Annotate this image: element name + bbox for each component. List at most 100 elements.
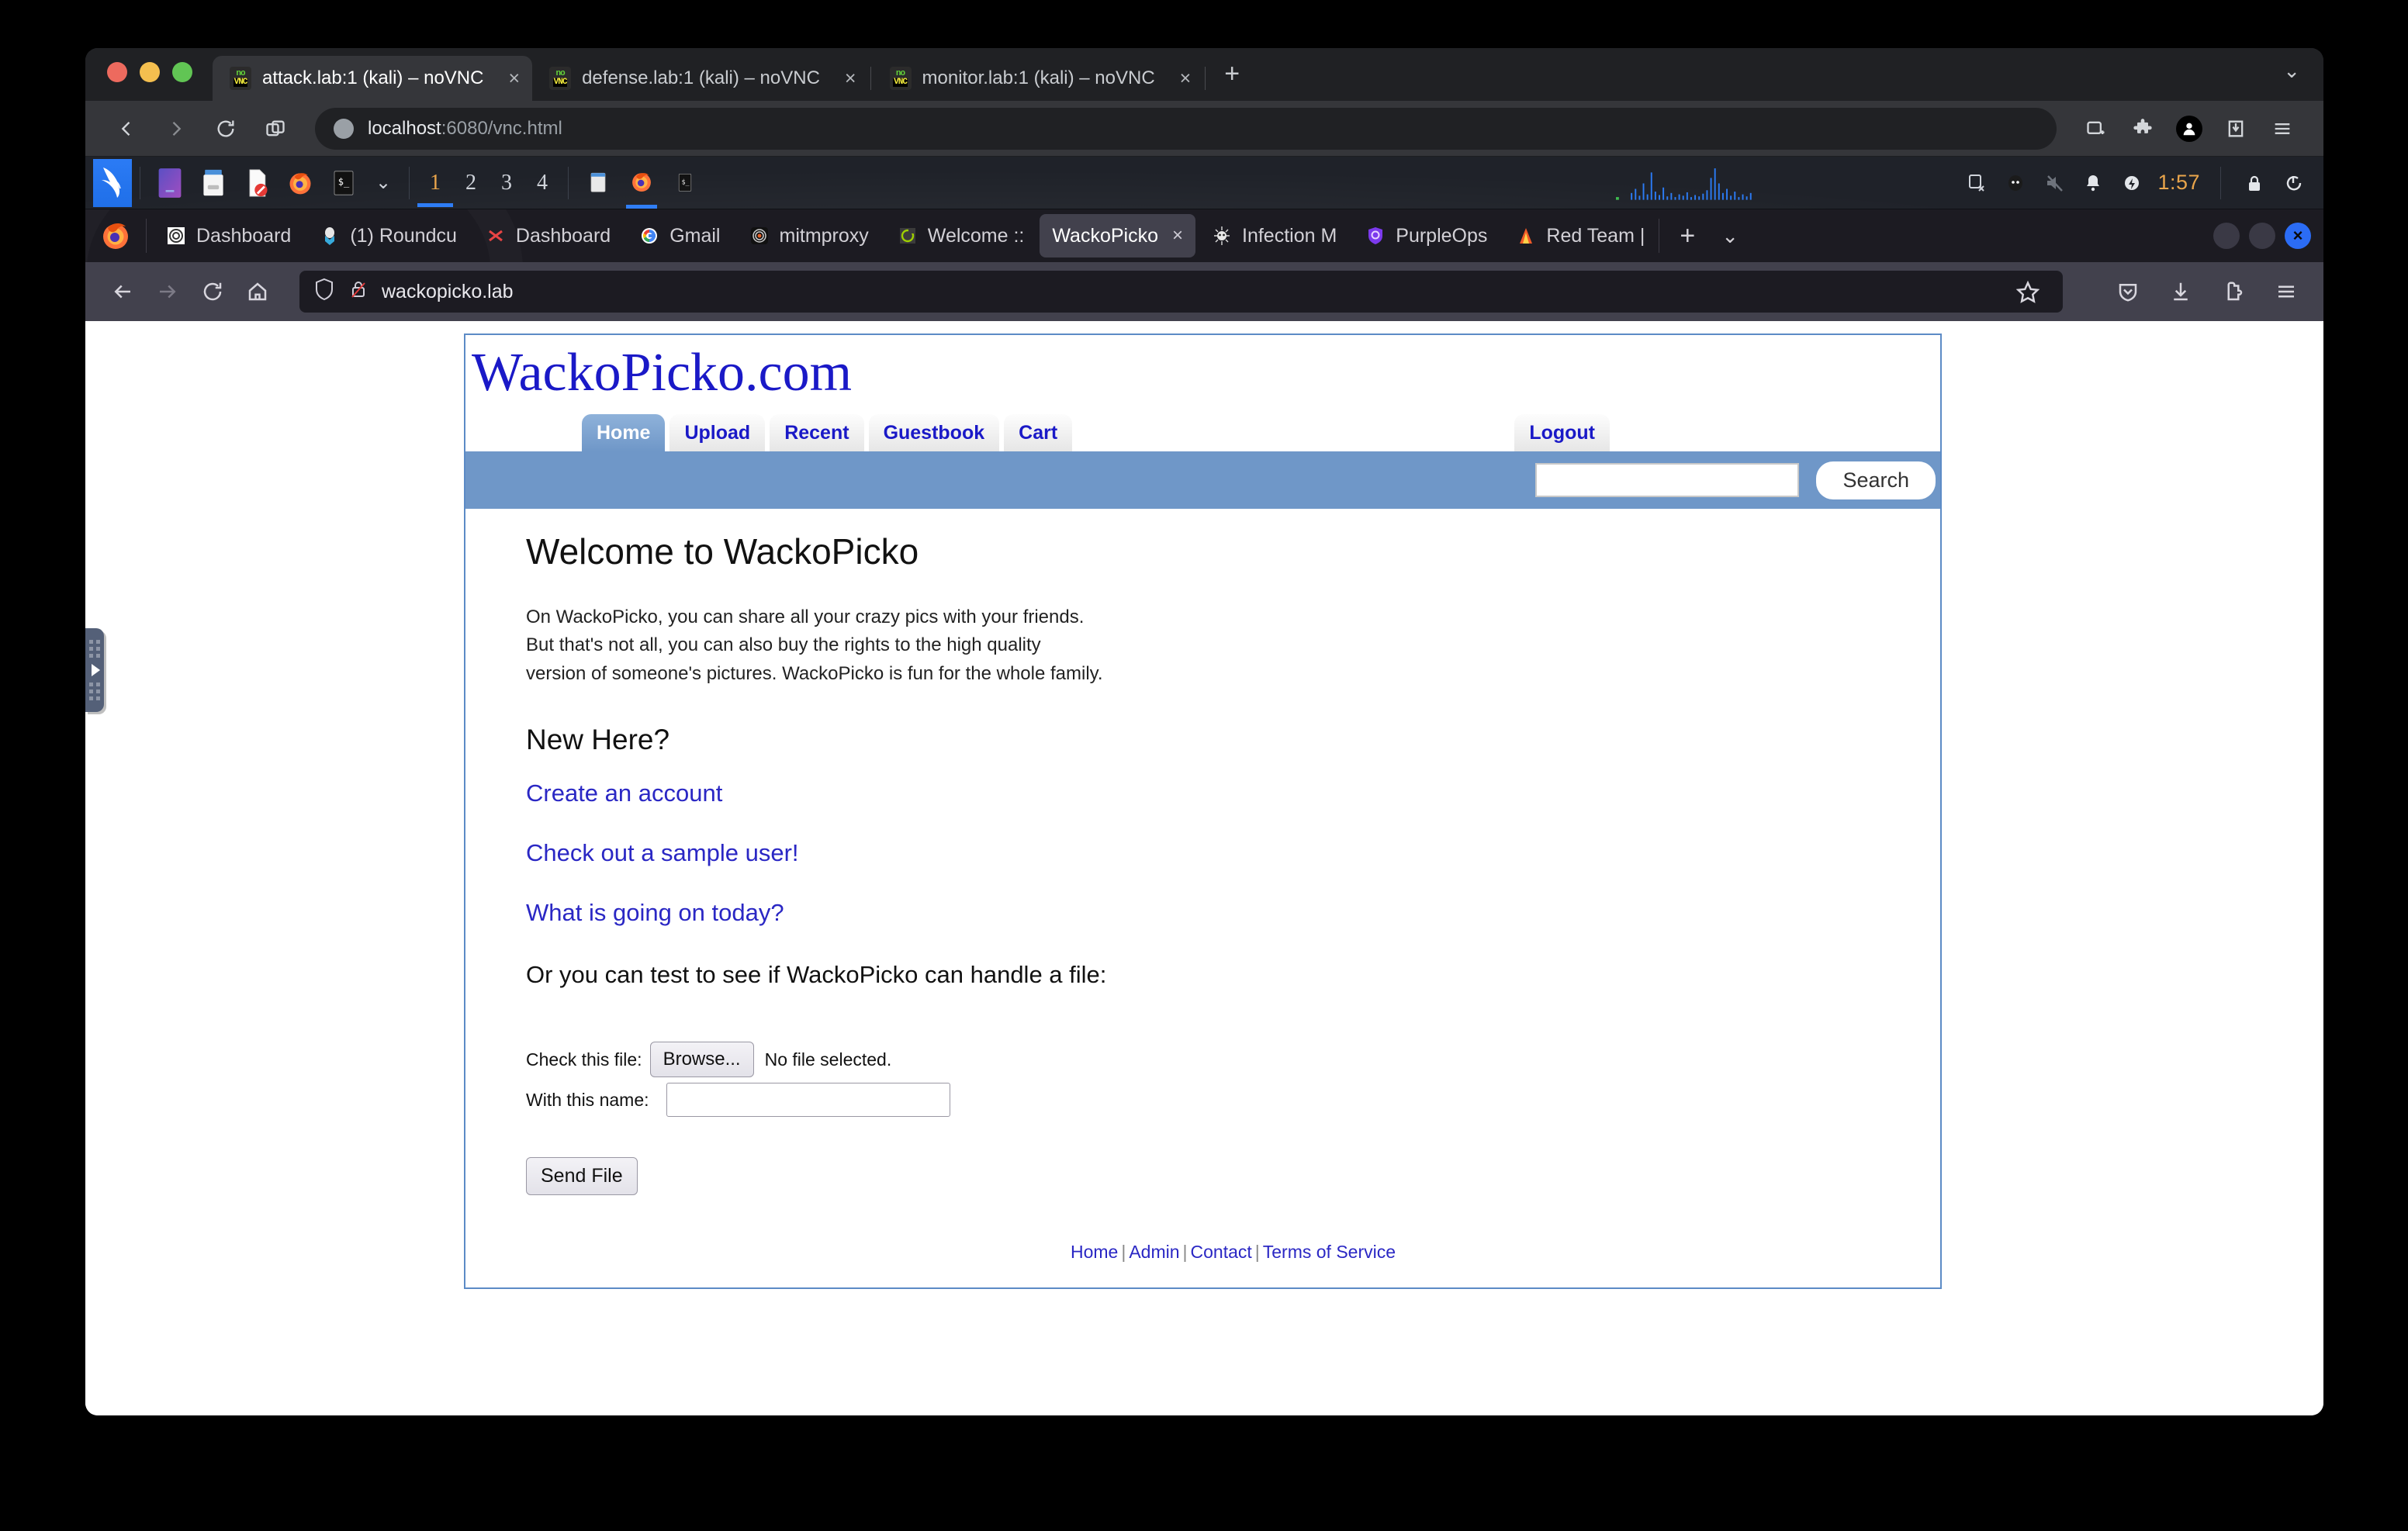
chrome-menu-icon[interactable] <box>2261 108 2303 150</box>
kali-menu-button[interactable] <box>93 159 132 207</box>
nav-item-home[interactable]: Home <box>582 414 665 451</box>
footer-link-terms[interactable]: Terms of Service <box>1263 1242 1396 1262</box>
chrome-tab-attack-lab[interactable]: noVNC attack.lab:1 (kali) – noVNC × <box>213 56 532 101</box>
link-whats-going-on[interactable]: What is going on today? <box>526 899 1940 927</box>
nav-item-logout[interactable]: Logout <box>1514 414 1610 451</box>
firefox-tab-dashboard-jenkins[interactable]: Dashboard <box>153 214 303 257</box>
footer-link-home[interactable]: Home <box>1071 1242 1118 1262</box>
forward-icon[interactable] <box>155 108 197 150</box>
launcher-file-manager-icon[interactable] <box>195 163 231 203</box>
footer-link-contact[interactable]: Contact <box>1191 1242 1252 1262</box>
launcher-terminal-icon[interactable]: $_ <box>326 163 362 203</box>
clipboard-clear-icon[interactable] <box>1963 170 1990 196</box>
intro-line-3: version of someone's pictures. WackoPick… <box>526 660 1940 688</box>
chrome-tab-title: attack.lab:1 (kali) – noVNC <box>262 67 483 89</box>
workspace-4-button[interactable]: 4 <box>524 159 560 207</box>
novnc-icon: noVNC <box>890 67 912 90</box>
chevron-down-icon[interactable]: ⌄ <box>2283 59 2300 91</box>
window-button-filemanager-icon[interactable] <box>580 163 616 203</box>
chrome-tab-monitor-lab[interactable]: noVNC monitor.lab:1 (kali) – noVNC × <box>873 56 1204 101</box>
clock[interactable]: 1:57 <box>2157 171 2200 195</box>
expand-arrow-icon <box>92 664 100 676</box>
footer-link-admin[interactable]: Admin <box>1129 1242 1179 1262</box>
browse-button[interactable]: Browse... <box>650 1042 754 1077</box>
search-input[interactable] <box>1535 463 1799 497</box>
firefox-address-bar[interactable]: wackopicko.lab <box>299 271 2063 313</box>
back-icon[interactable] <box>106 108 147 150</box>
nav-item-cart[interactable]: Cart <box>1004 414 1072 451</box>
vnc-canvas[interactable]: $_ ⌄ 1 2 3 4 $_ <box>85 157 2323 1415</box>
send-file-button[interactable]: Send File <box>526 1157 638 1195</box>
search-button[interactable]: Search <box>1816 461 1936 499</box>
firefox-tab-welcome[interactable]: Welcome :: <box>884 214 1037 257</box>
chevron-down-icon[interactable]: ⌄ <box>1711 224 1749 248</box>
firefox-tab-gmail[interactable]: Gmail <box>626 214 732 257</box>
firefox-menu-icon[interactable] <box>2266 271 2306 312</box>
firefox-tab-mitmproxy[interactable]: mitmproxy <box>736 214 881 257</box>
close-icon[interactable]: × <box>845 67 856 90</box>
close-icon[interactable]: × <box>1180 67 1192 90</box>
workspace-1-button[interactable]: 1 <box>417 159 453 207</box>
close-icon[interactable]: × <box>508 67 520 90</box>
notifications-bell-icon[interactable] <box>2080 170 2106 196</box>
pocket-save-icon[interactable] <box>2108 271 2148 312</box>
window-button-firefox-icon[interactable] <box>624 163 659 203</box>
firefox-tab-dashboard-mail[interactable]: Dashboard <box>472 214 623 257</box>
link-create-account[interactable]: Create an account <box>526 779 1940 807</box>
novnc-control-bar-handle[interactable] <box>85 628 104 712</box>
tab-search-icon[interactable] <box>254 108 296 150</box>
with-name-input[interactable] <box>666 1083 950 1117</box>
firefox-tab-roundcube[interactable]: (1) Roundcu <box>306 214 469 257</box>
close-window-button[interactable] <box>107 62 127 82</box>
nav-item-guestbook[interactable]: Guestbook <box>869 414 1000 451</box>
tor-onion-icon[interactable] <box>2002 170 2029 196</box>
firefox-tab-infection-monkey[interactable]: Infection M <box>1199 214 1349 257</box>
firefox-tab-purpleops[interactable]: PurpleOps <box>1352 214 1500 257</box>
maximize-window-button[interactable] <box>172 62 192 82</box>
minimize-window-button[interactable] <box>2213 223 2240 249</box>
audio-muted-icon[interactable] <box>2041 170 2067 196</box>
launcher-terminal-purple-icon[interactable] <box>152 163 188 203</box>
home-icon[interactable] <box>237 271 278 312</box>
forward-icon[interactable] <box>147 271 188 312</box>
minimize-window-button[interactable] <box>140 62 160 82</box>
downloads-icon[interactable] <box>2215 108 2257 150</box>
logout-icon[interactable] <box>2280 170 2306 196</box>
profile-avatar[interactable] <box>2168 108 2210 150</box>
link-sample-user[interactable]: Check out a sample user! <box>526 839 1940 867</box>
shield-icon[interactable] <box>313 278 335 306</box>
reload-icon[interactable] <box>205 108 247 150</box>
tabstrip-right-actions: ⌄ <box>2283 48 2323 101</box>
chrome-address-bar[interactable]: localhost:6080/vnc.html <box>315 108 2057 150</box>
back-icon[interactable] <box>102 271 143 312</box>
window-controls[interactable] <box>107 48 192 101</box>
power-icon[interactable] <box>2119 170 2145 196</box>
maximize-window-button[interactable] <box>2249 223 2275 249</box>
new-tab-button[interactable]: + <box>1207 60 1257 101</box>
close-icon[interactable]: × <box>1172 225 1183 247</box>
nav-item-recent[interactable]: Recent <box>770 414 863 451</box>
window-button-terminal-icon[interactable]: $_ <box>667 163 703 203</box>
firefox-new-tab-button[interactable]: + <box>1664 221 1711 251</box>
split-view-icon[interactable] <box>2075 108 2117 150</box>
launcher-firefox-icon[interactable] <box>282 163 318 203</box>
reload-icon[interactable] <box>192 271 233 312</box>
panel-separator <box>568 167 569 199</box>
nav-item-upload[interactable]: Upload <box>669 414 765 451</box>
logout-wrapper: Logout <box>1514 414 1614 451</box>
extensions-icon[interactable] <box>2213 271 2254 312</box>
close-window-button[interactable]: × <box>2285 223 2311 249</box>
workspace-3-button[interactable]: 3 <box>489 159 524 207</box>
bookmark-star-icon[interactable] <box>2007 271 2049 313</box>
launcher-dropdown-icon[interactable]: ⌄ <box>365 159 401 207</box>
extensions-icon[interactable] <box>2122 108 2164 150</box>
downloads-icon[interactable] <box>2161 271 2201 312</box>
lock-broken-icon[interactable] <box>348 278 369 306</box>
firefox-tab-wackopicko[interactable]: WackoPicko × <box>1040 214 1195 257</box>
lock-screen-icon[interactable] <box>2241 170 2268 196</box>
chrome-tab-title: monitor.lab:1 (kali) – noVNC <box>922 67 1155 89</box>
workspace-2-button[interactable]: 2 <box>453 159 489 207</box>
launcher-text-editor-icon[interactable] <box>239 163 275 203</box>
chrome-tab-defense-lab[interactable]: noVNC defense.lab:1 (kali) – noVNC × <box>532 56 868 101</box>
firefox-tab-red-team[interactable]: Red Team | <box>1503 214 1657 257</box>
